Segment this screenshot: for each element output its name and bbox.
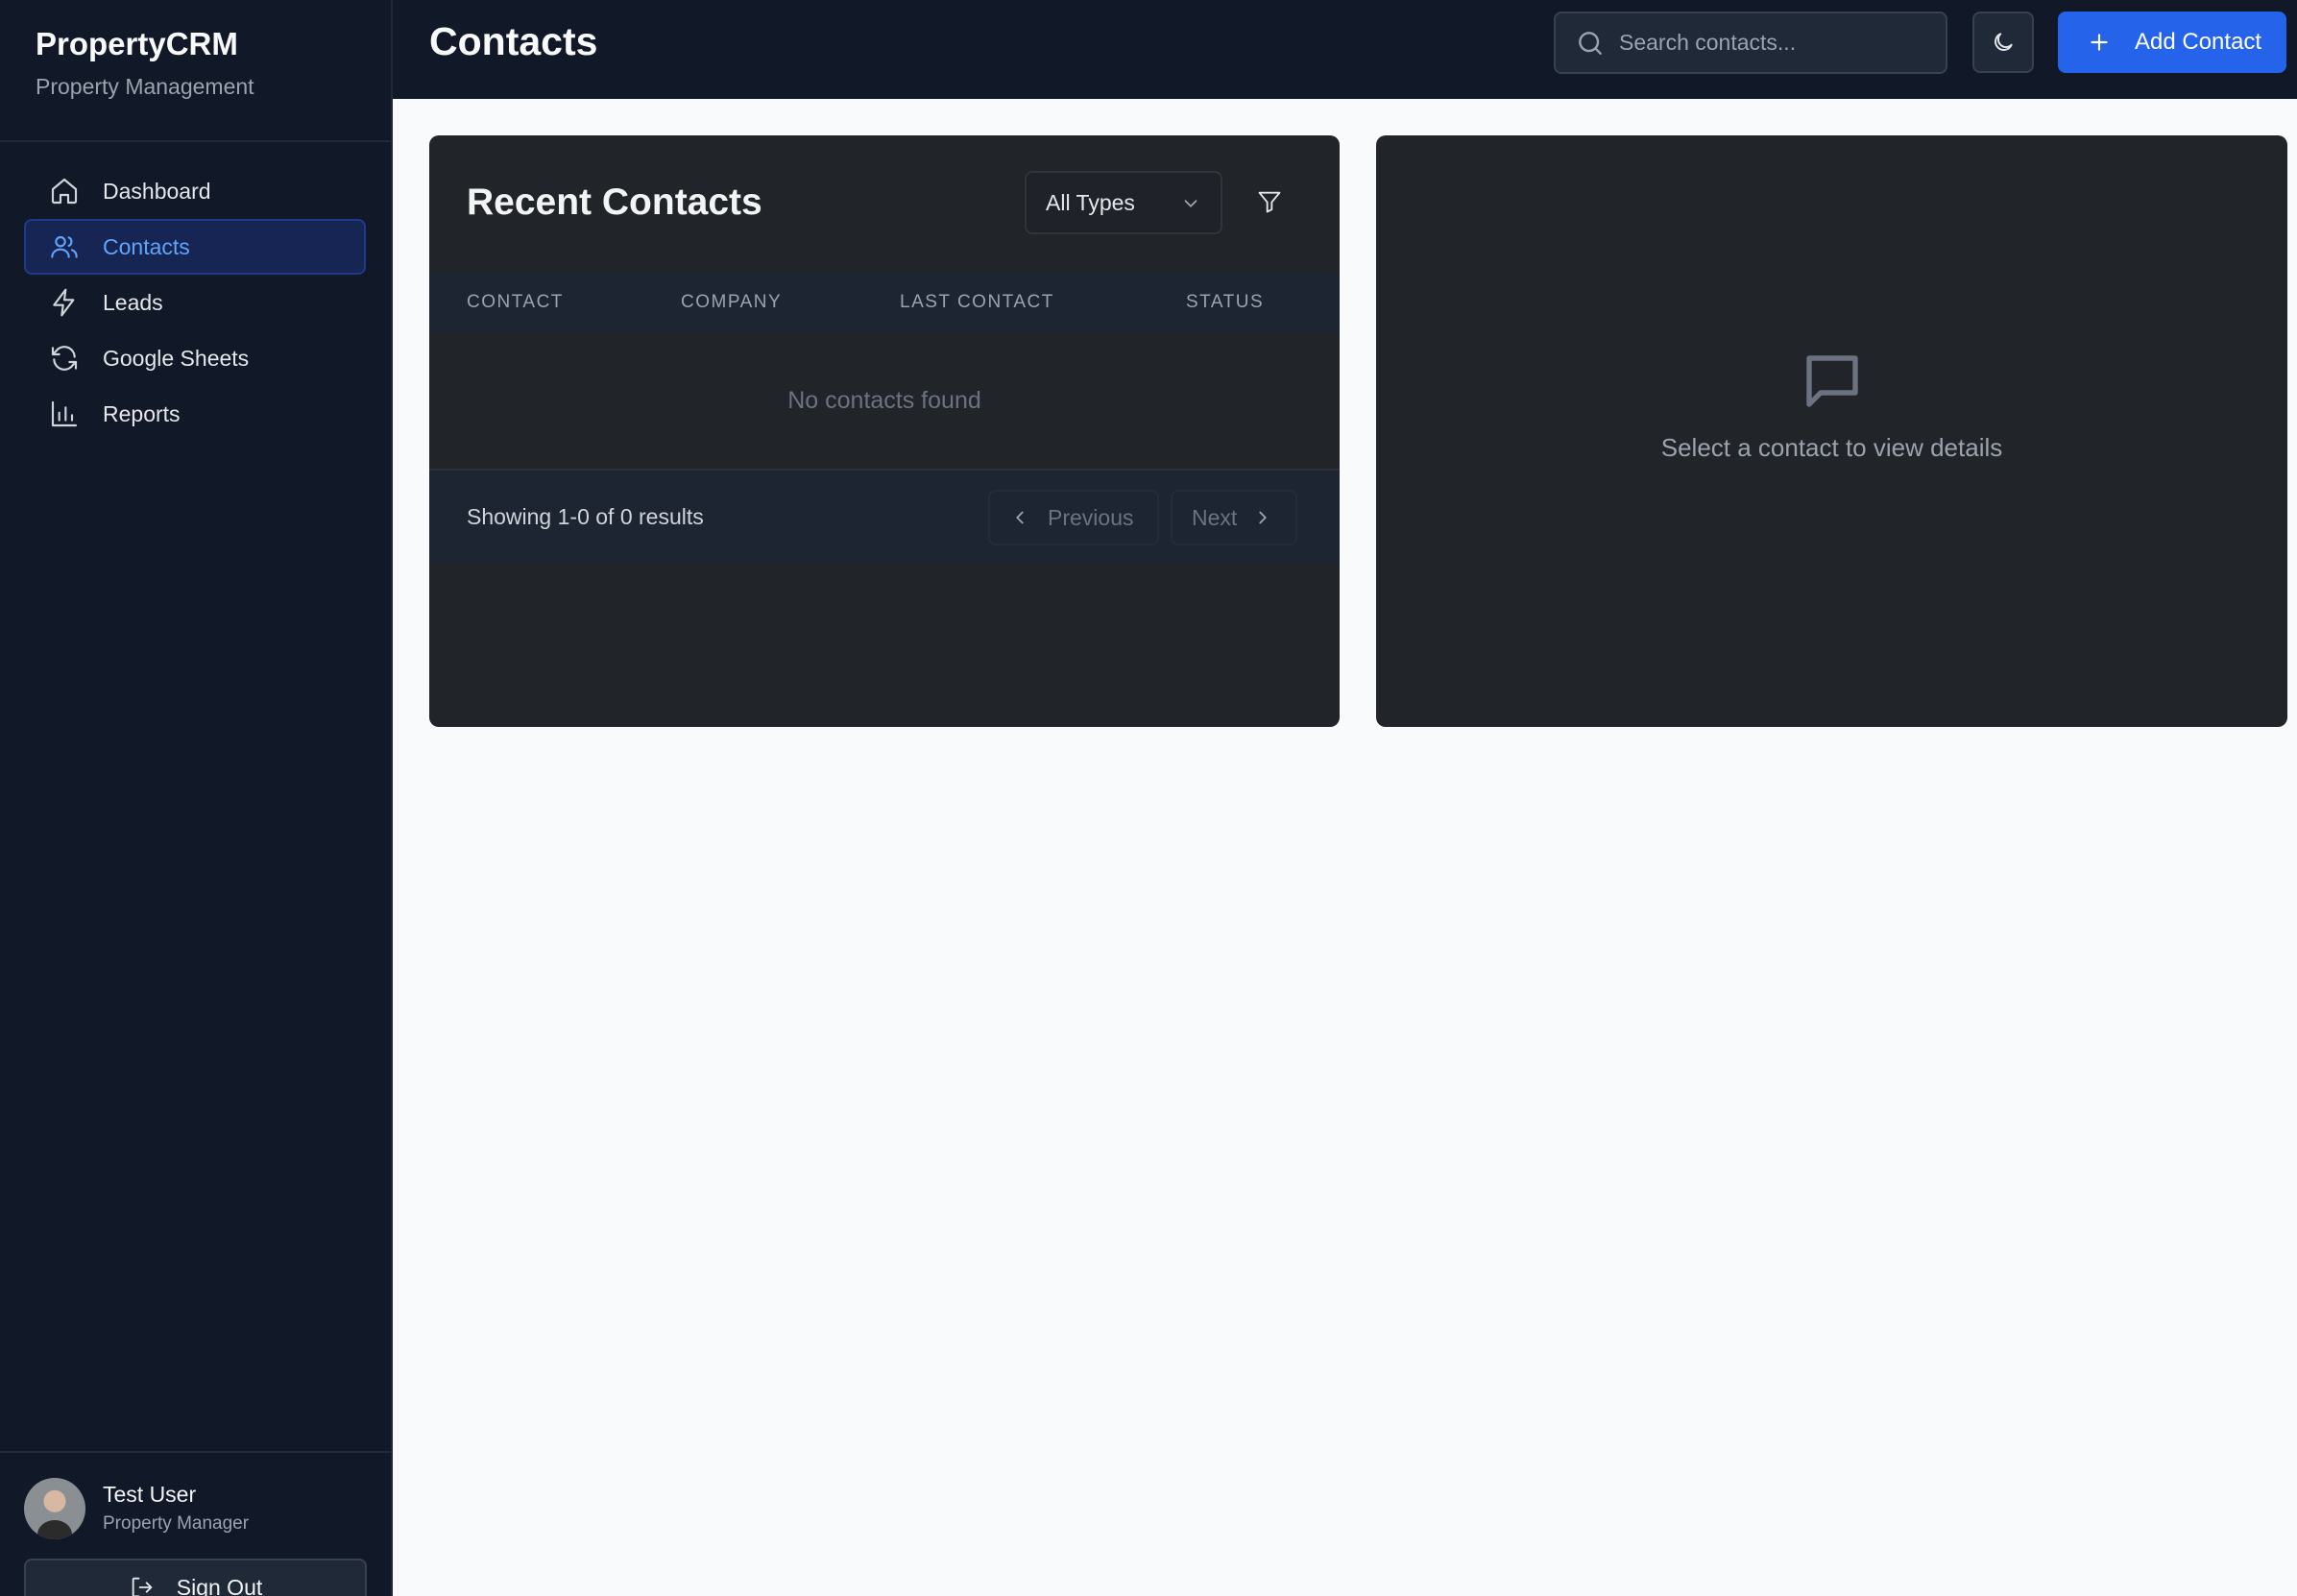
column-header-contact[interactable]: CONTACT: [467, 273, 564, 332]
next-label: Next: [1192, 504, 1238, 530]
sign-out-button[interactable]: Sign Out: [24, 1559, 367, 1596]
brand-title: PropertyCRM: [36, 26, 238, 61]
sidebar-nav: Dashboard Contacts Leads Google Sheets R…: [0, 142, 391, 442]
add-contact-button[interactable]: Add Contact: [2058, 12, 2286, 73]
column-header-company[interactable]: COMPANY: [681, 273, 782, 332]
search-box[interactable]: [1554, 12, 1947, 74]
chevron-down-icon: [1180, 193, 1201, 214]
filter-button[interactable]: [1253, 185, 1286, 218]
lightning-icon: [49, 287, 80, 318]
theme-toggle-button[interactable]: [1972, 12, 2034, 73]
detail-empty-text: Select a contact to view details: [1660, 433, 2003, 462]
user-block: Test User Property Manager Sign Out: [0, 1451, 391, 1596]
type-filter-value: All Types: [1046, 189, 1135, 215]
previous-page-button[interactable]: Previous: [988, 490, 1159, 545]
detail-empty-state: Select a contact to view details: [1376, 347, 2287, 463]
sidebar-item-reports[interactable]: Reports: [24, 386, 366, 442]
sidebar-item-google-sheets[interactable]: Google Sheets: [24, 330, 366, 386]
brand: PropertyCRM Property Management: [0, 0, 391, 142]
sidebar-item-dashboard[interactable]: Dashboard: [24, 163, 366, 219]
sidebar-item-contacts[interactable]: Contacts: [24, 219, 366, 275]
recent-contacts-card: Recent Contacts All Types CONTACT COMPAN…: [429, 135, 1340, 727]
filter-icon: [1258, 191, 1281, 213]
sidebar-item-label: Leads: [103, 289, 163, 315]
pagination: Showing 1-0 of 0 results Previous Next: [429, 469, 1340, 563]
add-contact-label: Add Contact: [2135, 29, 2262, 55]
user-role: Property Manager: [103, 1513, 250, 1534]
sidebar-item-label: Dashboard: [103, 178, 211, 204]
avatar: [24, 1478, 85, 1539]
empty-table-message: No contacts found: [787, 386, 981, 414]
brand-subtitle: Property Management: [36, 74, 254, 99]
pagination-info: Showing 1-0 of 0 results: [467, 504, 704, 529]
home-icon: [49, 176, 80, 206]
sidebar-item-label: Contacts: [103, 233, 190, 259]
sidebar-item-label: Reports: [103, 400, 181, 426]
user-name: Test User: [103, 1482, 197, 1507]
users-icon: [49, 231, 80, 262]
sign-out-icon: [129, 1574, 156, 1596]
page-title: Contacts: [429, 19, 598, 63]
sign-out-label: Sign Out: [176, 1574, 263, 1596]
sidebar-item-leads[interactable]: Leads: [24, 275, 366, 330]
type-filter-select[interactable]: All Types: [1025, 171, 1222, 234]
next-page-button[interactable]: Next: [1171, 490, 1297, 545]
plus-icon: [2087, 30, 2112, 55]
search-icon: [1575, 28, 1606, 59]
refresh-icon: [49, 343, 80, 374]
sidebar-item-label: Google Sheets: [103, 345, 250, 371]
search-input[interactable]: [1619, 30, 1926, 56]
top-bar: Contacts Add Contact: [393, 0, 2297, 99]
previous-label: Previous: [1048, 504, 1134, 530]
chevron-right-icon: [1252, 507, 1273, 528]
card-title: Recent Contacts: [467, 181, 762, 223]
chevron-left-icon: [1009, 507, 1030, 528]
table-header: CONTACT COMPANY LAST CONTACT STATUS: [429, 273, 1340, 332]
column-header-status[interactable]: STATUS: [1186, 273, 1264, 332]
contact-detail-card: Select a contact to view details: [1376, 135, 2287, 727]
bar-chart-icon: [49, 399, 80, 429]
moon-icon: [1995, 33, 2013, 51]
column-header-last-contact[interactable]: LAST CONTACT: [900, 273, 1054, 332]
message-icon: [1798, 347, 1867, 416]
sidebar: PropertyCRM Property Management Dashboar…: [0, 0, 393, 1596]
